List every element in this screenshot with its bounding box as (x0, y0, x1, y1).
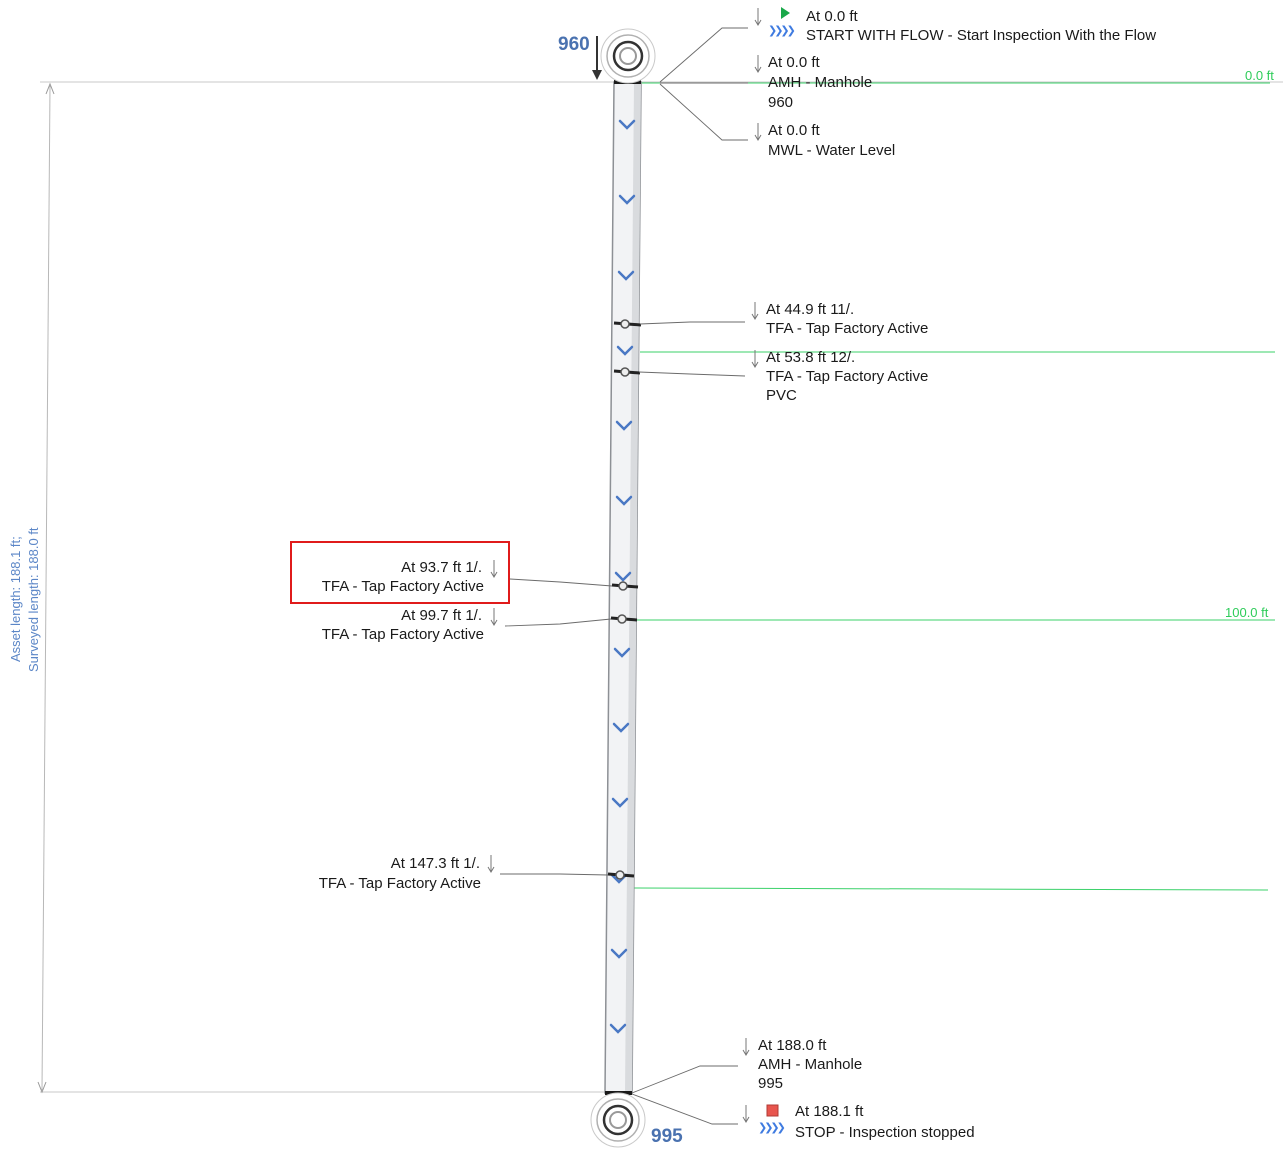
obs-tfa-53-position: At 53.8 ft 12/. (766, 349, 856, 366)
obs-tfa-44-position: At 44.9 ft 11/. (766, 301, 855, 318)
obs-amh-end-node: 995 (758, 1075, 784, 1092)
obs-amh-start-position: At 0.0 ft (768, 54, 820, 71)
obs-start-position: At 0.0 ft (806, 8, 858, 25)
obs-tfa-53-description: TFA - Tap Factory Active (766, 368, 929, 385)
obs-amh-start-node: 960 (768, 94, 794, 111)
obs-tfa-99-description: TFA - Tap Factory Active (321, 626, 484, 643)
obs-tfa-53-material: PVC (766, 387, 797, 404)
marker-label-0ft: 0.0 ft (1245, 68, 1274, 83)
obs-start-description: START WITH FLOW - Start Inspection With … (806, 27, 1157, 44)
obs-tfa-99-position: At 99.7 ft 1/. (401, 607, 482, 624)
obs-tfa-93-description: TFA - Tap Factory Active (321, 578, 484, 595)
obs-amh-start-description: AMH - Manhole (768, 74, 873, 91)
marker-label-100ft: 100.0 ft (1225, 605, 1269, 620)
obs-mwl-position: At 0.0 ft (768, 122, 820, 139)
obs-tfa-93-position: At 93.7 ft 1/. (401, 559, 482, 576)
start-flow-chevrons-icon: ❯❯❯❯ (768, 25, 796, 37)
label-layer: 960 995 0.0 ft 100.0 ft Asset length: 18… (0, 0, 1283, 1153)
obs-tfa-147-position: At 147.3 ft 1/. (390, 855, 480, 872)
obs-amh-end-position: At 188.0 ft (758, 1037, 827, 1054)
upstream-node-number: 960 (558, 34, 590, 55)
downstream-node-number: 995 (651, 1126, 683, 1147)
pipe-inspection-diagram: 960 995 0.0 ft 100.0 ft Asset length: 18… (0, 0, 1283, 1153)
surveyed-length-label: Surveyed length: 188.0 ft (26, 527, 41, 672)
obs-mwl-description: MWL - Water Level (768, 142, 896, 159)
asset-length-label: Asset length: 188.1 ft; (8, 536, 23, 662)
stop-flow-chevrons-icon: ❯❯❯❯ (758, 1122, 786, 1134)
obs-amh-end-description: AMH - Manhole (758, 1056, 863, 1073)
obs-tfa-44-description: TFA - Tap Factory Active (766, 320, 929, 337)
obs-tfa-147-description: TFA - Tap Factory Active (318, 875, 481, 892)
obs-stop-position: At 188.1 ft (795, 1103, 864, 1120)
obs-stop-description: STOP - Inspection stopped (795, 1124, 975, 1141)
